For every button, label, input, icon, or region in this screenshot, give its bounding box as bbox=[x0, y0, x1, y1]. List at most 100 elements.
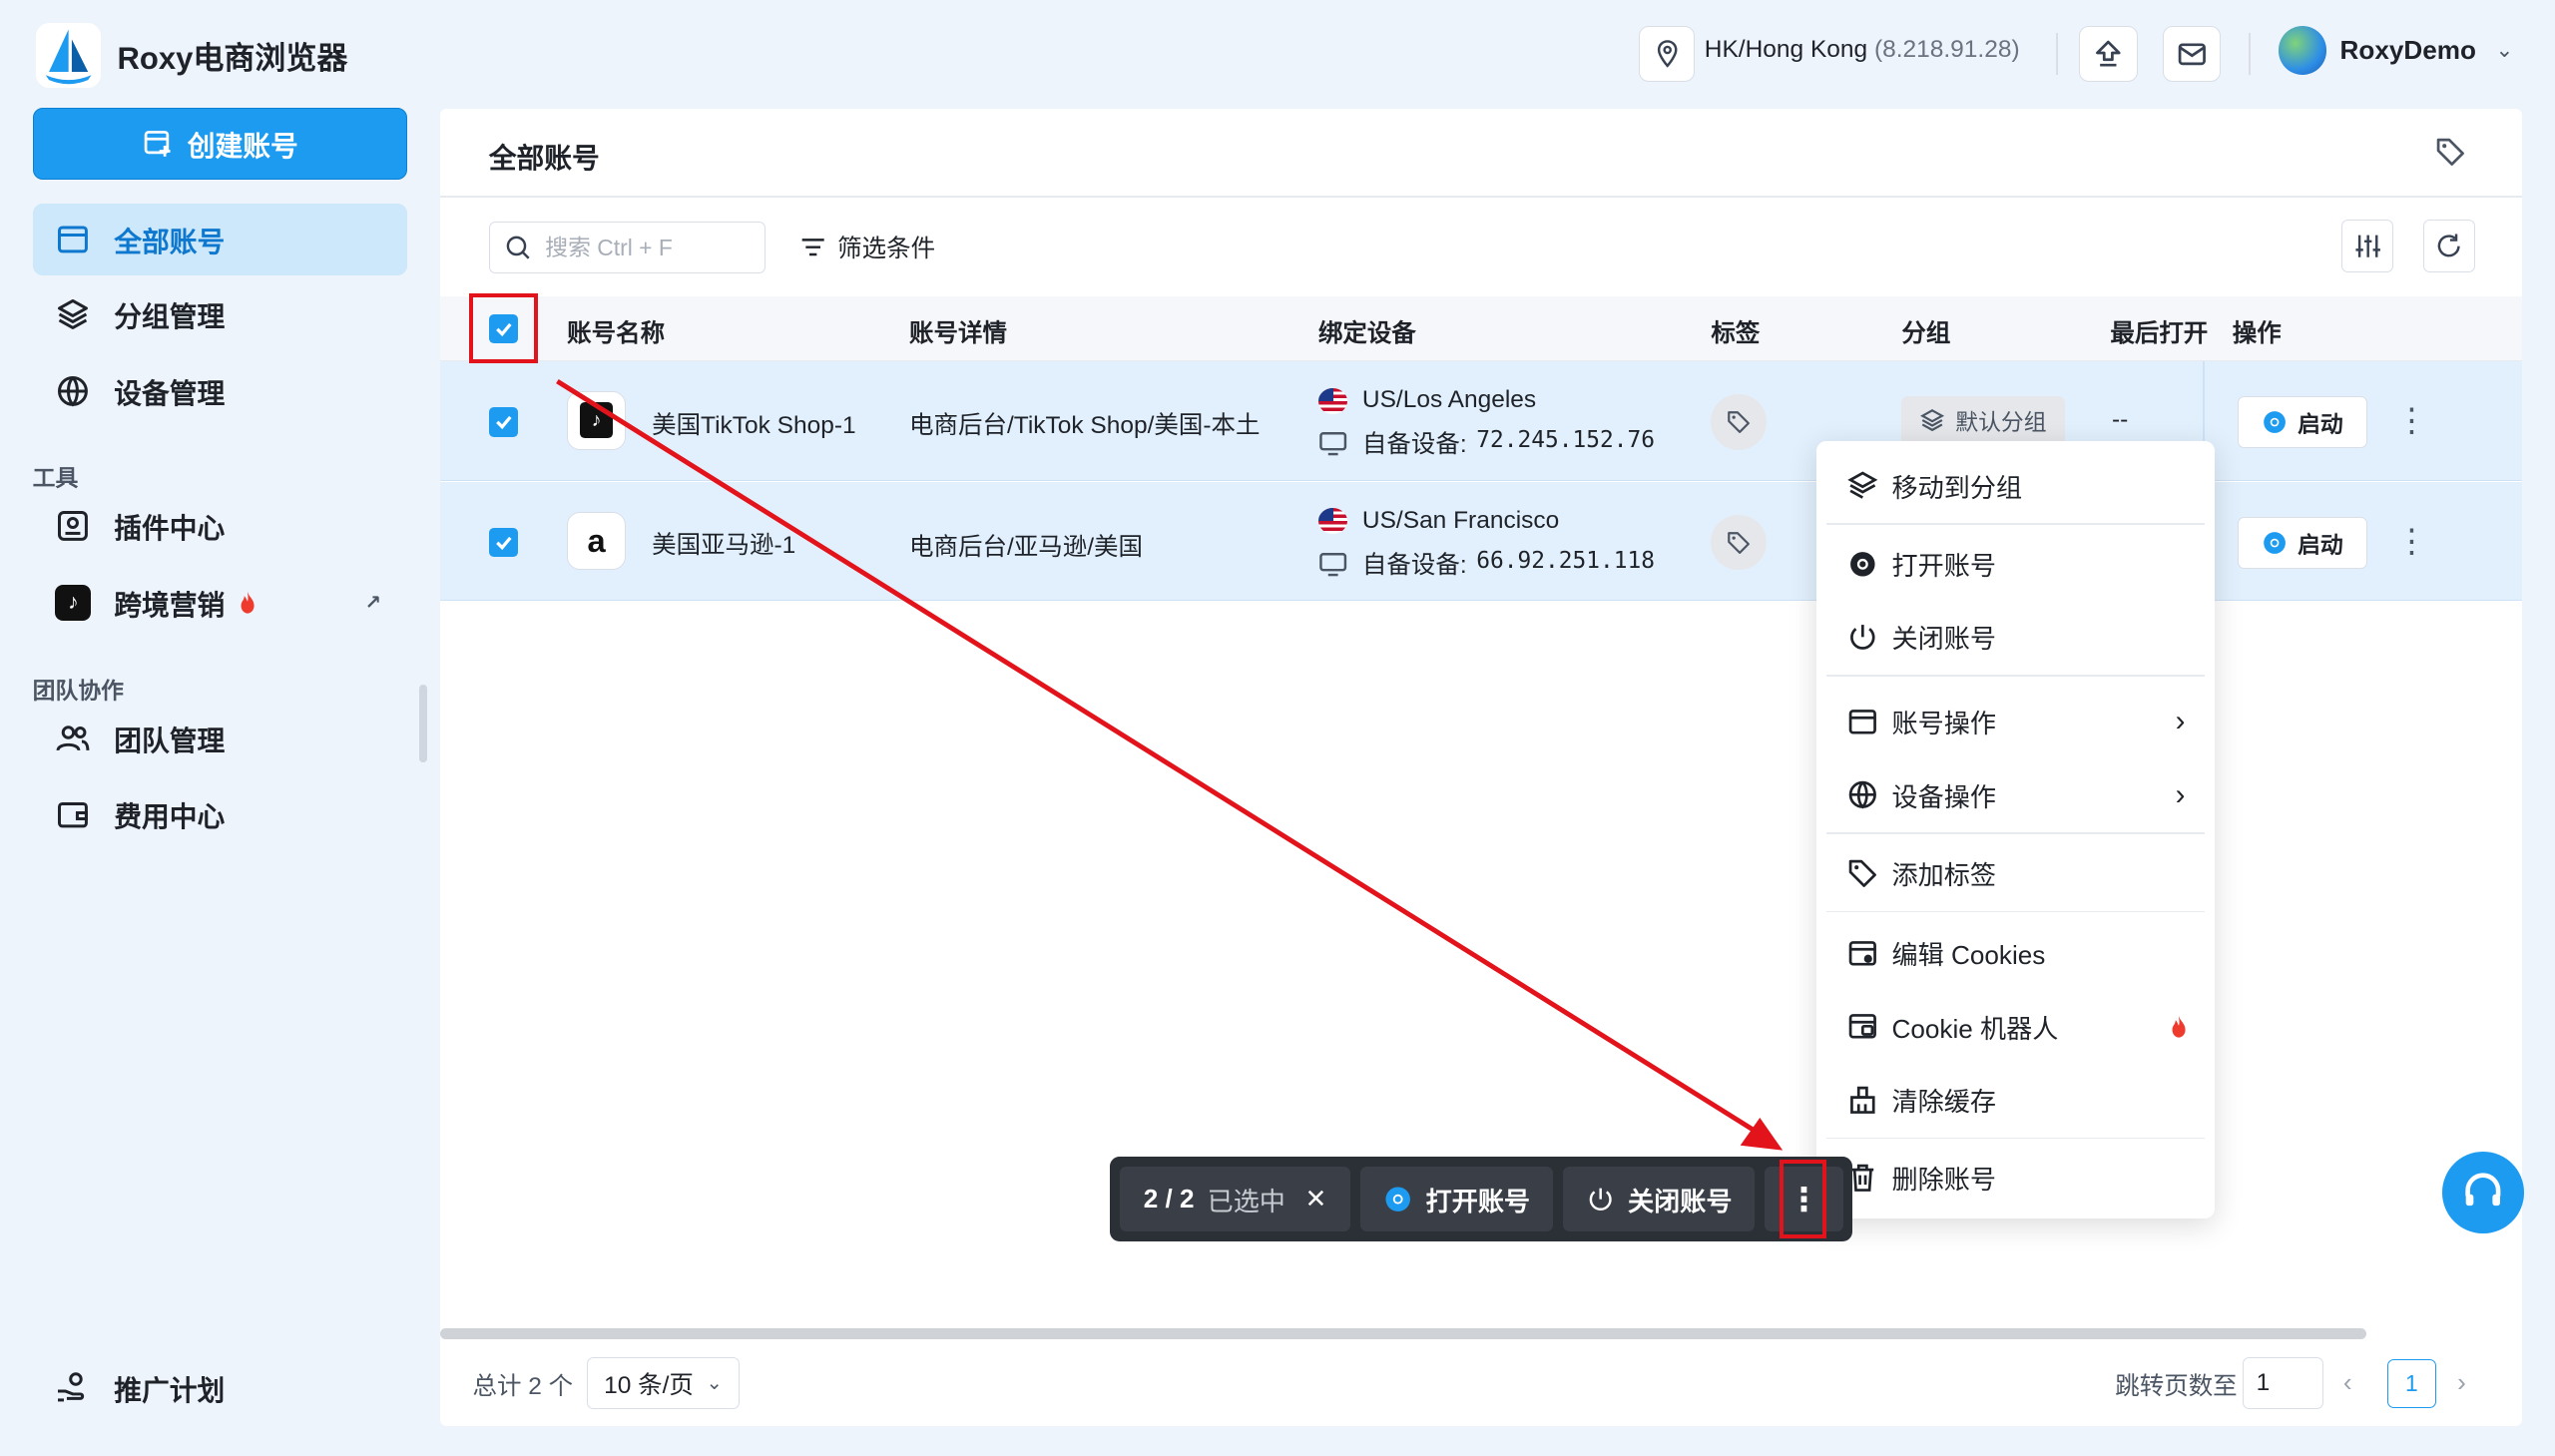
prev-page-icon[interactable]: ‹ bbox=[2343, 1367, 2352, 1398]
row-more-icon[interactable]: ⋮ bbox=[2395, 524, 2428, 558]
filter-icon bbox=[801, 239, 824, 256]
annotation-highlight-box bbox=[469, 292, 538, 364]
sidebar-item-groups[interactable]: 分组管理 bbox=[33, 278, 408, 350]
column-header[interactable]: 绑定设备 bbox=[1318, 314, 1416, 349]
menu-item-clear-cache[interactable]: 清除缓存 bbox=[1816, 1067, 2214, 1132]
mail-icon bbox=[2178, 42, 2206, 65]
column-header[interactable]: 分组 bbox=[1901, 314, 1950, 349]
globe-icon bbox=[58, 375, 89, 407]
menu-item-label: 编辑 Cookies bbox=[1891, 940, 2046, 971]
bulk-action-bar: 2 / 2 已选中 ✕ 打开账号 关闭账号 ⋮ bbox=[1109, 1157, 1853, 1242]
user-name: RoxyDemo bbox=[2339, 35, 2476, 66]
close-icon[interactable]: ✕ bbox=[1304, 1184, 1326, 1214]
tag-icon bbox=[1728, 531, 1750, 554]
next-page-icon[interactable]: › bbox=[2457, 1367, 2466, 1398]
menu-item-move-to-group[interactable]: 移动到分组 bbox=[1816, 453, 2214, 518]
divider bbox=[2249, 32, 2251, 76]
device-location: US/San Francisco bbox=[1361, 506, 1560, 534]
column-header[interactable]: 操作 bbox=[2233, 314, 2282, 349]
sidebar-item-label: 推广计划 bbox=[114, 1375, 226, 1407]
refresh-button[interactable] bbox=[2422, 220, 2476, 272]
search-input[interactable] bbox=[545, 234, 742, 261]
group-chip[interactable]: 默认分组 bbox=[1901, 395, 2065, 445]
device-label: 自备设备: bbox=[1361, 551, 1467, 579]
chevron-down-icon: ⌄ bbox=[2495, 39, 2514, 63]
column-header[interactable]: 最后打开 bbox=[2110, 314, 2208, 349]
mail-button[interactable] bbox=[2162, 26, 2222, 82]
menu-item-label: 清除缓存 bbox=[1891, 1087, 1996, 1118]
add-tag-button[interactable] bbox=[1711, 394, 1767, 450]
account-name[interactable]: 美国TikTok Shop-1 bbox=[652, 406, 856, 441]
avatar bbox=[2278, 26, 2327, 76]
add-tag-button[interactable] bbox=[1711, 514, 1767, 571]
row-checkbox[interactable] bbox=[488, 407, 519, 437]
sidebar-item-plugins[interactable]: 插件中心 bbox=[33, 490, 408, 562]
fire-icon bbox=[2172, 1015, 2186, 1038]
page-size-select[interactable]: 10 条/页 ⌄ bbox=[586, 1357, 741, 1410]
power-icon bbox=[1849, 625, 1875, 650]
customer-support-button[interactable] bbox=[2442, 1152, 2525, 1233]
tag-manager-button[interactable] bbox=[2434, 136, 2467, 176]
location-name: HK/Hong Kong bbox=[1704, 35, 1868, 63]
chrome-icon bbox=[2264, 531, 2287, 554]
device-label: 自备设备: bbox=[1361, 431, 1467, 459]
tools-section-title: 工具 bbox=[32, 465, 79, 492]
menu-item-open-account[interactable]: 打开账号 bbox=[1816, 531, 2214, 596]
row-more-icon[interactable]: ⋮ bbox=[2395, 403, 2428, 437]
location-button[interactable] bbox=[1639, 26, 1695, 82]
sidebar-item-team[interactable]: 团队管理 bbox=[33, 703, 408, 774]
window-icon bbox=[58, 226, 89, 253]
user-menu[interactable]: RoxyDemo ⌄ bbox=[2278, 26, 2514, 76]
column-settings-button[interactable] bbox=[2341, 220, 2394, 272]
chrome-icon bbox=[2264, 410, 2287, 433]
menu-item-add-tag[interactable]: 添加标签 bbox=[1816, 840, 2214, 905]
monitor-icon bbox=[1319, 432, 1346, 456]
bulk-open-label: 打开账号 bbox=[1425, 1186, 1531, 1216]
chrome-icon bbox=[1385, 1187, 1411, 1212]
menu-item-delete-account[interactable]: 删除账号 bbox=[1816, 1146, 2214, 1211]
menu-item-cookie-robot[interactable]: Cookie 机器人 bbox=[1816, 994, 2214, 1059]
tiktok-icon: ♪ bbox=[55, 585, 92, 622]
jump-page-input[interactable]: 1 bbox=[2242, 1357, 2324, 1410]
sidebar-item-promotion[interactable]: 推广计划 bbox=[33, 1352, 408, 1424]
menu-item-label: 移动到分组 bbox=[1891, 472, 2023, 503]
sidebar-item-all-accounts[interactable]: 全部账号 bbox=[32, 204, 408, 275]
chevron-right-icon: › bbox=[2175, 777, 2186, 811]
check-icon bbox=[495, 536, 512, 550]
sidebar-item-billing[interactable]: 费用中心 bbox=[33, 778, 408, 850]
bulk-open-button[interactable]: 打开账号 bbox=[1360, 1166, 1553, 1232]
divider bbox=[1826, 674, 2206, 677]
create-account-label: 创建账号 bbox=[187, 130, 298, 162]
launch-button[interactable]: 启动 bbox=[2237, 395, 2368, 448]
sidebar-scrollbar[interactable] bbox=[418, 684, 427, 763]
device-ip: 66.92.251.118 bbox=[1476, 547, 1656, 574]
menu-item-device-actions[interactable]: 设备操作 › bbox=[1816, 762, 2214, 827]
filter-button[interactable]: 筛选条件 bbox=[798, 230, 935, 264]
menu-item-account-actions[interactable]: 账号操作 › bbox=[1816, 690, 2214, 754]
column-header[interactable]: 账号名称 bbox=[567, 314, 665, 349]
upload-button[interactable] bbox=[2079, 26, 2139, 82]
us-flag-icon bbox=[1317, 508, 1348, 535]
launch-button[interactable]: 启动 bbox=[2237, 516, 2368, 569]
chevron-down-icon: ⌄ bbox=[706, 1372, 723, 1395]
create-account-button[interactable]: 创建账号 bbox=[32, 107, 408, 180]
column-header[interactable]: 账号详情 bbox=[909, 314, 1007, 349]
bulk-close-button[interactable]: 关闭账号 bbox=[1562, 1166, 1756, 1232]
page-title: 全部账号 bbox=[488, 142, 600, 174]
sidebar-item-marketing[interactable]: ♪ 跨境营销 ↗ bbox=[33, 567, 408, 639]
sidebar-item-devices[interactable]: 设备管理 bbox=[33, 355, 408, 427]
table-header: 账号名称 账号详情 绑定设备 标签 分组 最后打开 操作 bbox=[439, 296, 2523, 362]
column-header[interactable]: 标签 bbox=[1711, 314, 1760, 349]
search-box[interactable] bbox=[488, 222, 766, 274]
account-name[interactable]: 美国亚马逊-1 bbox=[652, 526, 795, 561]
fire-icon bbox=[241, 592, 255, 614]
menu-item-close-account[interactable]: 关闭账号 bbox=[1816, 605, 2214, 670]
bulk-close-label: 关闭账号 bbox=[1628, 1186, 1733, 1216]
launch-label: 启动 bbox=[2298, 531, 2343, 558]
page-number[interactable]: 1 bbox=[2386, 1358, 2436, 1408]
power-icon bbox=[1589, 1188, 1612, 1211]
hand-coin-icon bbox=[58, 1372, 85, 1402]
horizontal-scrollbar[interactable] bbox=[439, 1327, 2366, 1340]
menu-item-edit-cookies[interactable]: 编辑 Cookies bbox=[1816, 920, 2214, 985]
row-checkbox[interactable] bbox=[488, 527, 519, 558]
